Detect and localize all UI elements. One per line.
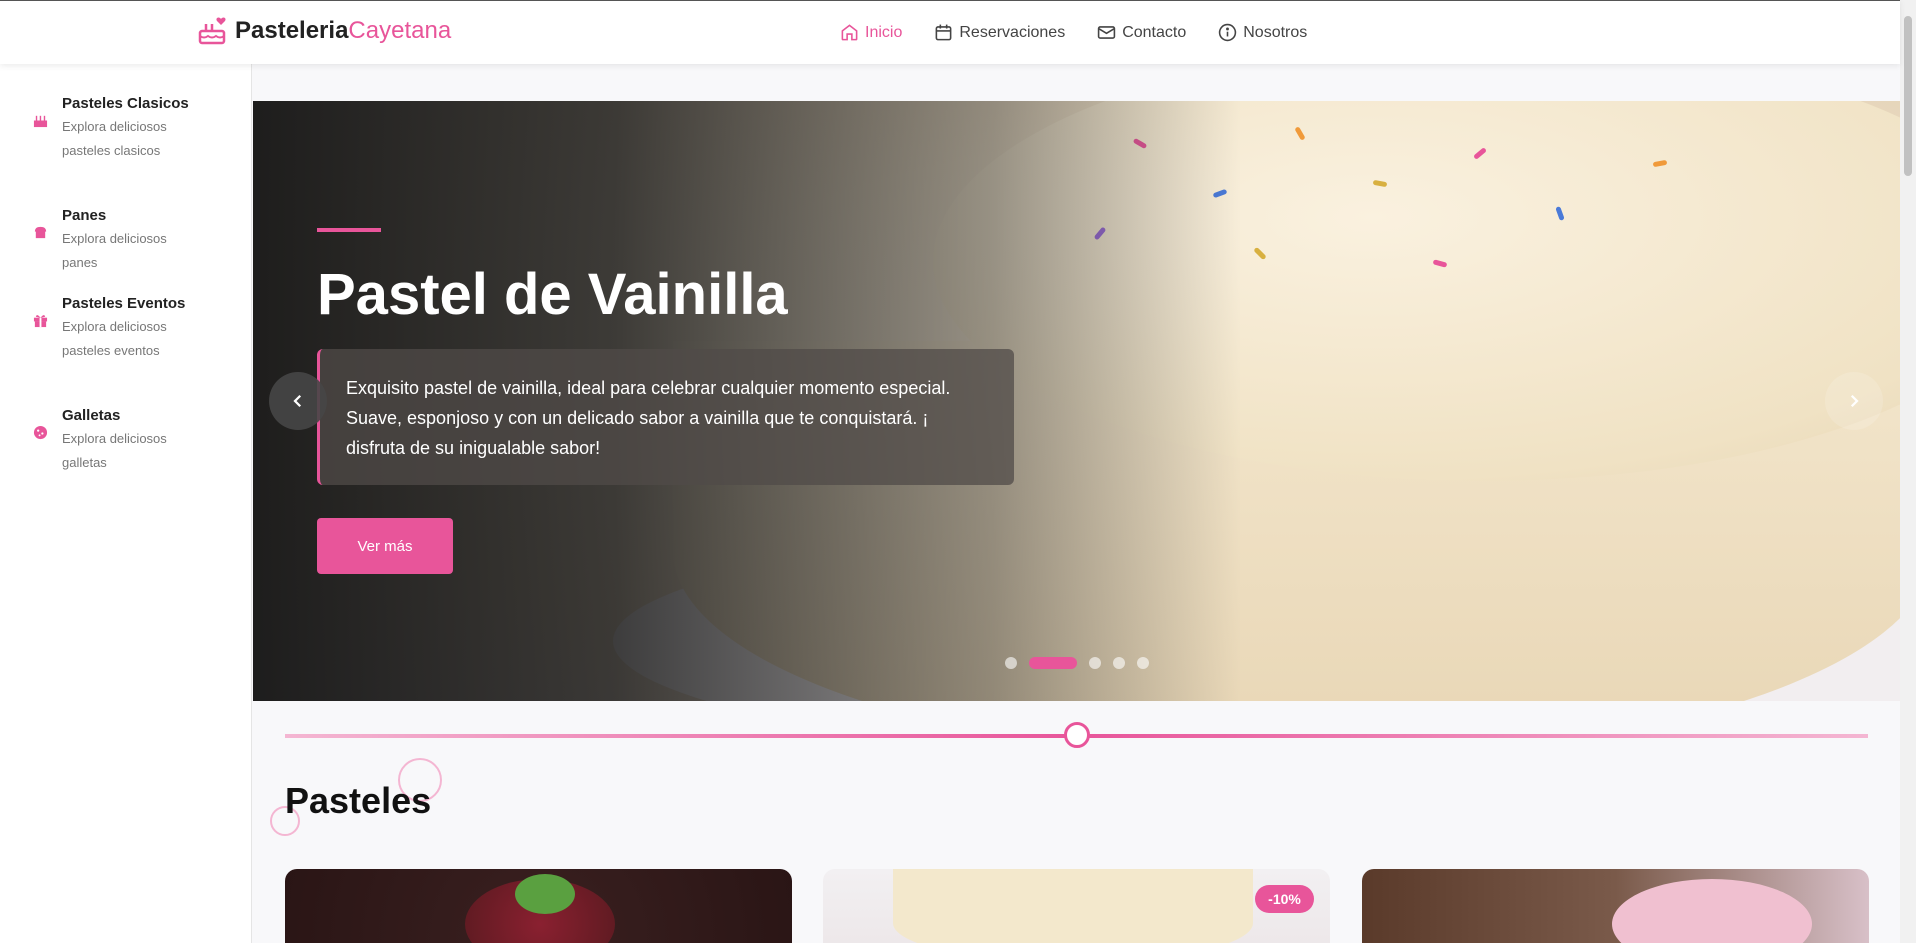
hero-description-box: Exquisito pastel de vainilla, ideal para… (317, 349, 1014, 485)
product-card[interactable] (285, 869, 792, 943)
mint-leaves (515, 874, 575, 914)
carousel-indicators (1005, 657, 1149, 669)
brand-accent: Cayetana (348, 17, 452, 44)
sidebar-item-galletas[interactable]: Galletas Explora deliciosos galletas (33, 405, 187, 475)
sidebar-item-title: Pasteles Clasicos (62, 95, 189, 112)
sidebar-item-title: Pasteles Eventos (62, 295, 186, 312)
ver-mas-button[interactable]: Ver más (317, 518, 453, 574)
carousel-next-button[interactable] (1825, 372, 1883, 430)
nav-inicio-label: Inicio (865, 23, 903, 41)
discount-badge: -10% (1255, 885, 1314, 913)
carousel-dot[interactable] (1089, 657, 1101, 669)
nav-contacto[interactable]: Contacto (1097, 23, 1186, 42)
gift-icon (33, 315, 48, 328)
sidebar-item-pasteles-eventos[interactable]: Pasteles Eventos Explora deliciosos past… (33, 293, 187, 363)
brand-name: Pasteleria (235, 17, 349, 44)
carousel-dot[interactable] (1005, 657, 1017, 669)
sidebar: Pasteles Clasicos Explora deliciosos pas… (0, 64, 252, 943)
hero-title: Pastel de Vainilla (317, 262, 788, 327)
cookie-icon (33, 425, 48, 440)
top-navbar: Pasteleria Cayetana Inicio Reservaciones … (0, 0, 1900, 64)
sidebar-item-title: Galletas (62, 407, 121, 424)
chevron-right-icon (1850, 394, 1859, 408)
chevron-left-icon (293, 394, 302, 408)
product-card[interactable] (823, 869, 1330, 943)
hero-carousel: Pastel de Vainilla Exquisito pastel de v… (253, 101, 1900, 701)
carousel-dot[interactable] (1137, 657, 1149, 669)
nav-nosotros-label: Nosotros (1243, 23, 1308, 41)
sidebar-item-title: Panes (62, 207, 107, 224)
divider-knob (1064, 722, 1090, 748)
sidebar-item-desc: Explora deliciosos pasteles clasicos (62, 119, 167, 158)
hero-accent-line (317, 228, 381, 232)
nav-inicio[interactable]: Inicio (840, 23, 902, 42)
carousel-dot[interactable] (1113, 657, 1125, 669)
nav-reservaciones[interactable]: Reservaciones (934, 23, 1065, 42)
nav-nosotros[interactable]: Nosotros (1218, 23, 1307, 42)
product-image (1612, 879, 1812, 943)
sidebar-item-desc: Explora deliciosos galletas (62, 431, 167, 470)
sidebar-item-pasteles-clasicos[interactable]: Pasteles Clasicos Explora deliciosos pas… (33, 93, 189, 163)
sidebar-item-desc: Explora deliciosos panes (62, 231, 167, 270)
hero-description: Exquisito pastel de vainilla, ideal para… (346, 378, 951, 458)
info-icon (1219, 23, 1237, 42)
carousel-prev-button[interactable] (269, 372, 327, 430)
scrollbar-thumb[interactable] (1904, 16, 1912, 176)
cake-logo-icon (198, 17, 226, 45)
home-icon (841, 24, 858, 41)
calendar-icon (935, 24, 952, 41)
product-image (893, 869, 1253, 943)
cake-icon (33, 115, 48, 128)
sidebar-item-panes[interactable]: Panes Explora deliciosos panes (33, 205, 187, 275)
bread-icon (34, 226, 47, 239)
mail-icon (1097, 26, 1116, 39)
main-nav: Inicio Reservaciones Contacto Nosotros (840, 23, 1307, 42)
product-card[interactable] (1362, 869, 1869, 943)
sidebar-item-desc: Explora deliciosos pasteles eventos (62, 319, 167, 358)
carousel-dot-active[interactable] (1029, 657, 1077, 669)
logo[interactable]: Pasteleria Cayetana (197, 15, 451, 47)
nav-contacto-label: Contacto (1122, 23, 1187, 41)
nav-reservaciones-label: Reservaciones (959, 23, 1066, 41)
section-title: Pasteles (285, 780, 432, 821)
